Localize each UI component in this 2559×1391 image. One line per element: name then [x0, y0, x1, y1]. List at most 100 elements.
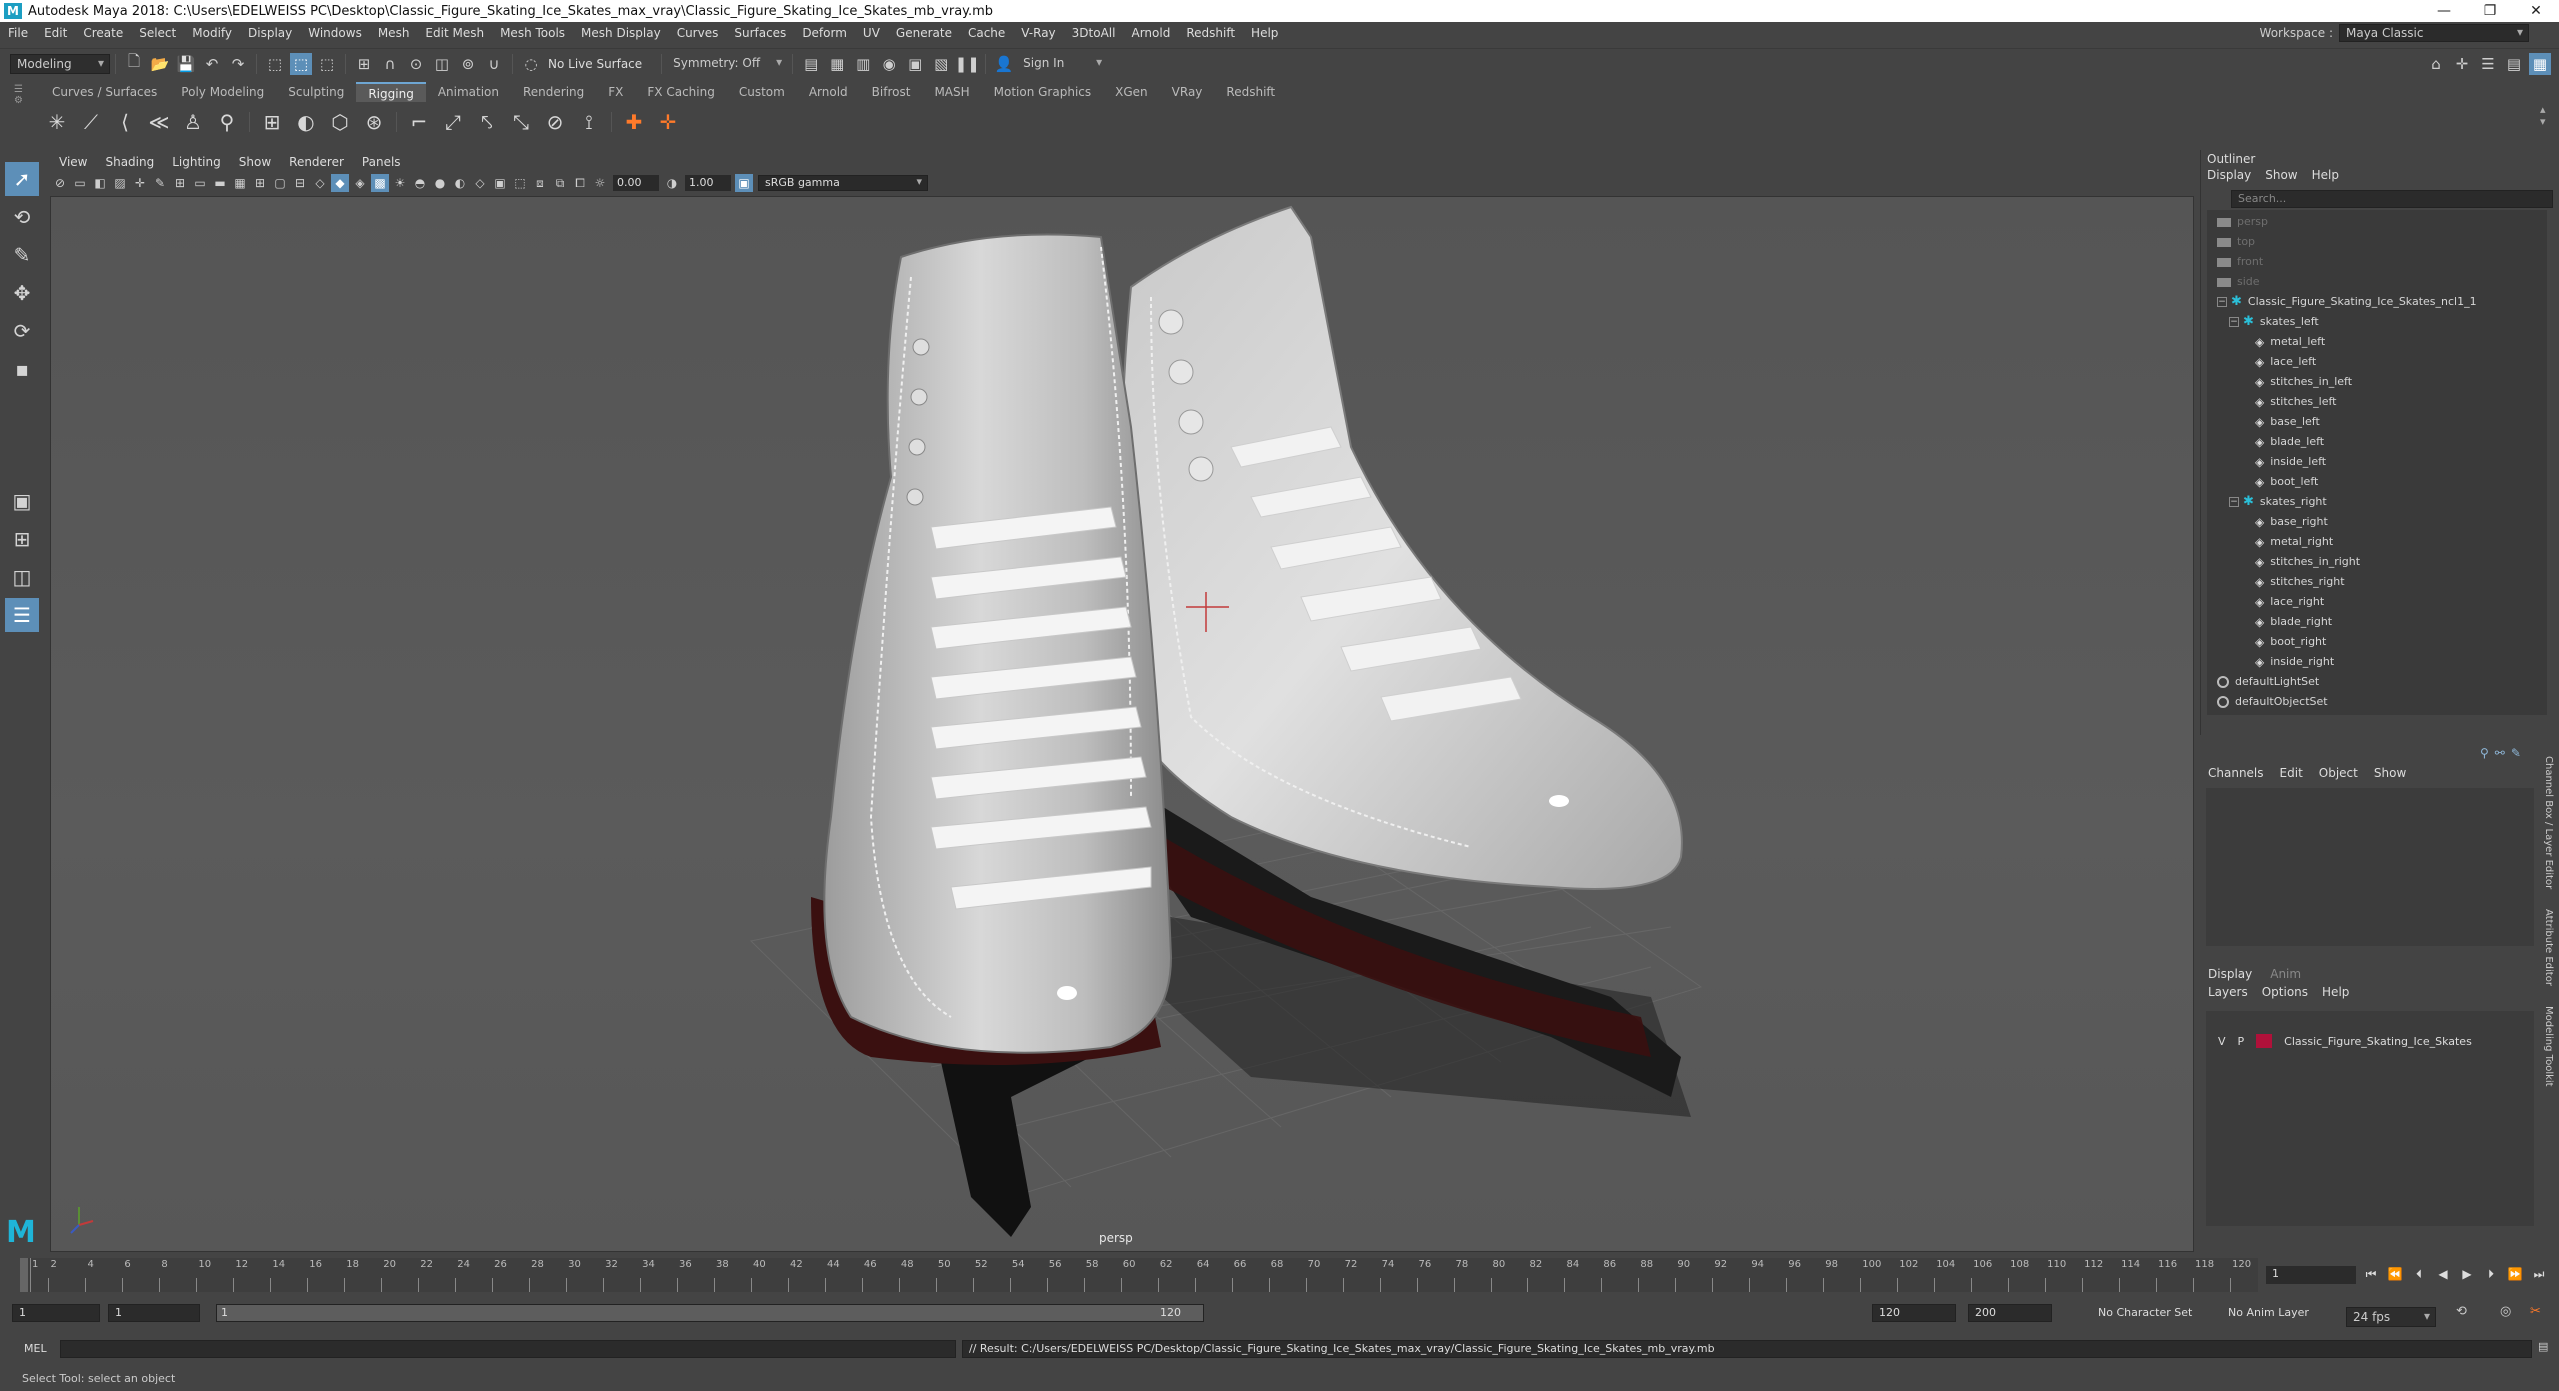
- outliner-item[interactable]: − ✱ Classic_Figure_Skating_Ice_Skates_ncl1…: [2207, 292, 2547, 312]
- film-gate-icon[interactable]: ▭: [191, 174, 209, 192]
- menu-redshift[interactable]: Redshift: [1178, 26, 1243, 40]
- scale-tool-icon[interactable]: ▪: [5, 352, 39, 386]
- vray-render-icon[interactable]: ▧: [930, 53, 952, 75]
- shelf-tab-mash[interactable]: MASH: [922, 82, 981, 102]
- outliner-layout-icon[interactable]: ☰: [5, 598, 39, 632]
- animation-start-field[interactable]: 1: [12, 1304, 100, 1322]
- mirror-joint-icon[interactable]: ≪: [144, 107, 174, 137]
- menu-modify[interactable]: Modify: [184, 26, 240, 40]
- gamma-field[interactable]: 1.00: [685, 175, 731, 191]
- new-scene-icon[interactable]: 🗋: [123, 52, 145, 75]
- shadows-icon[interactable]: ◓: [411, 174, 429, 192]
- point-constraint-icon[interactable]: ⤢: [438, 107, 468, 137]
- layer-row[interactable]: V P Classic_Figure_Skating_Ice_Skates: [2206, 1031, 2534, 1051]
- pin-icon[interactable]: ⚲: [2480, 746, 2489, 760]
- shelf-tab-fx-caching[interactable]: FX Caching: [635, 82, 726, 102]
- channel-box-icon[interactable]: ▤: [2503, 53, 2525, 75]
- live-surface-icon[interactable]: ◌: [520, 53, 542, 75]
- auto-key-icon[interactable]: ◎: [2500, 1304, 2511, 1319]
- exposure-field[interactable]: 0.00: [613, 175, 659, 191]
- view-transform-dropdown[interactable]: sRGB gamma: [758, 175, 928, 191]
- lattice-icon[interactable]: ⬡: [325, 107, 355, 137]
- move-tool-icon[interactable]: ✥: [5, 276, 39, 310]
- image-plane-icon[interactable]: ▨: [111, 174, 129, 192]
- menu-create[interactable]: Create: [75, 26, 131, 40]
- shelf-tab-sculpting[interactable]: Sculpting: [276, 82, 356, 102]
- outliner-item[interactable]: ◈ stitches_left: [2207, 392, 2547, 412]
- character-set-dropdown[interactable]: No Character Set: [2098, 1306, 2192, 1319]
- locator-plus-icon[interactable]: ✛: [653, 107, 683, 137]
- ambient-occlusion-icon[interactable]: ●: [431, 174, 449, 192]
- playback-start-field[interactable]: 1: [108, 1304, 200, 1322]
- parent-constraint-icon[interactable]: ⌐: [404, 107, 434, 137]
- shelf-tab-rigging[interactable]: Rigging: [356, 82, 426, 102]
- side-tab-0[interactable]: Channel Box / Layer Editor: [2543, 756, 2554, 889]
- outliner-item[interactable]: ◈ stitches_in_left: [2207, 372, 2547, 392]
- color-management-icon[interactable]: ▣: [735, 174, 753, 192]
- orient-constraint-icon[interactable]: ⤣: [472, 107, 502, 137]
- hypershade-icon[interactable]: ▣: [904, 53, 926, 75]
- outliner-item[interactable]: ◈ base_left: [2207, 412, 2547, 432]
- go-to-start-icon[interactable]: ⏮: [2362, 1264, 2380, 1284]
- play-backwards-icon[interactable]: ◀: [2434, 1264, 2452, 1284]
- channelbox-menu-object[interactable]: Object: [2319, 766, 2358, 780]
- shelf-tab-fx[interactable]: FX: [596, 82, 635, 102]
- wrap-icon[interactable]: ⊛: [359, 107, 389, 137]
- xray-components-icon[interactable]: ⧠: [571, 174, 589, 192]
- single-perspective-layout-icon[interactable]: ▣: [5, 484, 39, 518]
- bind-skin-icon[interactable]: ⊞: [257, 107, 287, 137]
- layer-tab-anim[interactable]: Anim: [2270, 967, 2301, 981]
- script-language-toggle[interactable]: MEL: [24, 1342, 47, 1355]
- menu-uv[interactable]: UV: [855, 26, 888, 40]
- play-forwards-icon[interactable]: ▶: [2458, 1264, 2476, 1284]
- joint-tool-icon[interactable]: ✳: [42, 107, 72, 137]
- outliner-item[interactable]: ◈ metal_left: [2207, 332, 2547, 352]
- step-forward-key-icon[interactable]: ⏩: [2506, 1264, 2524, 1284]
- menu-set-dropdown[interactable]: Modeling: [10, 53, 110, 74]
- menu-mesh-display[interactable]: Mesh Display: [573, 26, 669, 40]
- scale-constraint-icon[interactable]: ⤡: [506, 107, 536, 137]
- cluster-icon[interactable]: ◐: [291, 107, 321, 137]
- collapse-toggle-icon[interactable]: −: [2229, 317, 2239, 327]
- isolate-select-icon[interactable]: ⬚: [511, 174, 529, 192]
- shelf-tab-redshift[interactable]: Redshift: [1214, 82, 1287, 102]
- ipr-render-icon[interactable]: ▥: [852, 53, 874, 75]
- quick-rig-icon[interactable]: ⚲: [212, 107, 242, 137]
- menu-surfaces[interactable]: Surfaces: [726, 26, 794, 40]
- outliner-item[interactable]: ◈ stitches_right: [2207, 572, 2547, 592]
- exposure-icon[interactable]: ☼: [591, 174, 609, 192]
- layer-menu-options[interactable]: Options: [2262, 985, 2308, 999]
- two-panel-layout-icon[interactable]: ◫: [5, 560, 39, 594]
- select-hierarchy-icon[interactable]: ⬚: [264, 53, 286, 75]
- viewport-menu-renderer[interactable]: Renderer: [280, 155, 353, 169]
- minimize-button[interactable]: —: [2421, 0, 2467, 22]
- layer-menu-help[interactable]: Help: [2322, 985, 2349, 999]
- textured-icon[interactable]: ▩: [371, 174, 389, 192]
- snap-view-plane-icon[interactable]: ◫: [431, 53, 453, 75]
- workspace-dropdown[interactable]: Maya Classic: [2339, 24, 2529, 42]
- outliner-item[interactable]: − ✱ skates_right: [2207, 492, 2547, 512]
- select-component-icon[interactable]: ⬚: [316, 53, 338, 75]
- gate-mask-icon[interactable]: ▦: [231, 174, 249, 192]
- menu-arnold[interactable]: Arnold: [1123, 26, 1178, 40]
- go-to-end-icon[interactable]: ⏭: [2530, 1264, 2548, 1284]
- view-2d-pan-icon[interactable]: ✛: [131, 174, 149, 192]
- outliner-menu-help[interactable]: Help: [2312, 168, 2339, 186]
- menu-deform[interactable]: Deform: [794, 26, 855, 40]
- viewport-menu-lighting[interactable]: Lighting: [163, 155, 230, 169]
- anim-layer-dropdown[interactable]: No Anim Layer: [2228, 1306, 2309, 1319]
- shelf-tab-curves-surfaces[interactable]: Curves / Surfaces: [40, 82, 169, 102]
- outliner-menu-display[interactable]: Display: [2207, 168, 2251, 186]
- menu-3dtoall[interactable]: 3DtoAll: [1064, 26, 1124, 40]
- outliner-item[interactable]: defaultObjectSet: [2207, 692, 2547, 712]
- anti-aliasing-icon[interactable]: ◇: [471, 174, 489, 192]
- humanik-icon[interactable]: ♙: [178, 107, 208, 137]
- modeling-toolkit-icon[interactable]: ⌂: [2425, 53, 2447, 75]
- resolution-gate-icon[interactable]: ▬: [211, 174, 229, 192]
- select-object-icon[interactable]: ⬚: [290, 52, 312, 75]
- aim-constraint-icon[interactable]: ⊘: [540, 107, 570, 137]
- menu-cache[interactable]: Cache: [960, 26, 1013, 40]
- open-scene-icon[interactable]: 📂: [149, 53, 171, 75]
- menu-select[interactable]: Select: [131, 26, 184, 40]
- outliner-item[interactable]: front: [2207, 252, 2547, 272]
